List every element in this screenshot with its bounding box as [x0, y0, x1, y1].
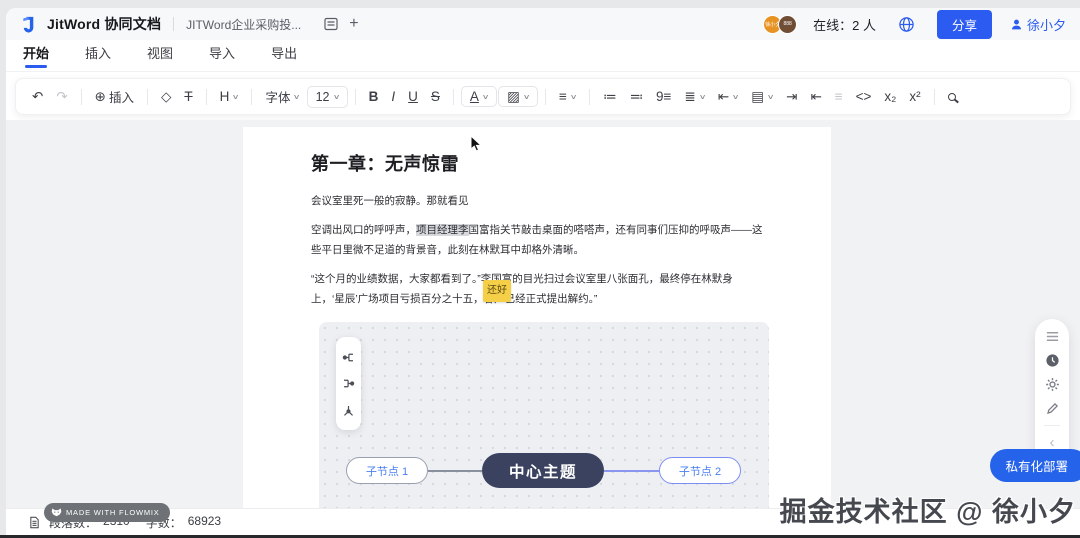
document-stats-icon — [30, 516, 39, 528]
settings-icon[interactable] — [1045, 377, 1060, 392]
toolbar: ↶ ↷ ⊕ 插入 ◇ T H ∨ 字体 ∨ 12 ∨ B I U S A ∨ ▨ ∨ ≡ ∨ ≔ ≕ 9≡ ≣ ∨ ⇤ ∨ ▤ ∨ ⇥ ⇤ ≡ <>… — [15, 78, 1071, 115]
divider-insert-icon[interactable]: ≡ — [829, 87, 849, 107]
private-deploy-button[interactable]: 私有化部署 — [990, 449, 1080, 482]
superscript-icon[interactable]: x² — [903, 87, 926, 107]
app-title: JitWord 协同文档 — [47, 16, 162, 32]
made-with-label: MADE WITH FLOWMIX — [66, 508, 160, 517]
redo-icon[interactable]: ↷ — [50, 87, 73, 107]
toolbar-divider — [933, 88, 935, 105]
chapter-heading: 第一章：无声惊雷 — [311, 154, 459, 174]
highlight-color-select[interactable]: ▨ ∨ — [498, 85, 538, 108]
pen-icon[interactable] — [1045, 401, 1060, 416]
layout-right-icon[interactable] — [342, 351, 355, 364]
mindmap-connector-left — [428, 470, 482, 472]
eraser-icon[interactable]: ◇ — [155, 87, 177, 107]
clear-format-icon[interactable]: T — [178, 87, 198, 107]
made-with-badge[interactable]: MADE WITH FLOWMIX — [44, 503, 170, 522]
align-select[interactable]: ≡ ∨ — [553, 87, 582, 107]
panel-divider — [1044, 425, 1060, 426]
toolbar-divider — [205, 88, 207, 105]
collapse-icon[interactable]: ‹ — [1050, 435, 1055, 450]
document-tab[interactable]: JITWord企业采购投... — [186, 16, 301, 33]
paragraph-2: 空调出风口的呼呼声，项目经理李国富指关节敲击桌面的嗒嗒声，还有同事们压抑的呼吸声… — [311, 224, 763, 256]
app-window: JitWord 协同文档 JITWord企业采购投... + 徐小夕 888 在线… — [6, 8, 1080, 535]
mindmap-child-node-1[interactable]: 子节点 1 — [346, 457, 428, 484]
globe-icon[interactable] — [898, 16, 915, 33]
layout-left-icon[interactable] — [342, 377, 355, 390]
add-tab-button[interactable]: + — [349, 16, 358, 32]
heading-select[interactable]: H ∨ — [214, 87, 245, 107]
font-size-select[interactable]: 12 ∨ — [306, 85, 348, 108]
ordered-list-button[interactable]: ≕ — [623, 87, 649, 107]
menu-item[interactable]: 导入 — [206, 43, 238, 71]
mindmap-toolbar — [336, 337, 361, 430]
menu-item[interactable]: 导出 — [268, 43, 300, 71]
menu-bar: 开始 插入 视图 导入 导出 — [6, 40, 1080, 72]
share-button[interactable]: 分享 — [936, 9, 992, 39]
online-avatars[interactable]: 徐小夕 888 — [763, 14, 798, 34]
mindmap-connector-right — [604, 470, 659, 472]
mindmap-center-node[interactable]: 中心主题 — [482, 453, 604, 488]
user-icon — [1012, 19, 1021, 29]
divider — [173, 17, 175, 31]
current-user[interactable]: 徐小夕 — [1010, 15, 1066, 34]
table-select[interactable]: ▤ ∨ — [745, 87, 779, 107]
menu-item[interactable]: 开始 — [20, 43, 52, 71]
undo-icon[interactable]: ↶ — [26, 87, 49, 107]
highlighted-text: 项目经理李 — [416, 224, 469, 236]
outdent-select[interactable]: ⇤ ∨ — [712, 87, 744, 107]
top-bar: JitWord 协同文档 JITWord企业采购投... + 徐小夕 888 在线… — [6, 8, 1080, 40]
toolbar-divider — [452, 88, 454, 105]
avatar[interactable]: 888 — [778, 14, 798, 34]
paragraph-3: “这个月的业绩数据，大家都看到了。”李国富的目光扫过会议室里八张面孔，最终停在林… — [311, 273, 733, 305]
word-count-value: 68923 — [187, 513, 222, 528]
code-icon[interactable]: <> — [850, 87, 878, 107]
history-icon[interactable] — [1045, 353, 1060, 368]
toolbar-divider — [80, 88, 82, 105]
insert-button[interactable]: ⊕ 插入 — [89, 84, 140, 109]
line-height-select[interactable]: ≣ ∨ — [678, 87, 710, 107]
subscript-icon[interactable]: x₂ — [878, 87, 902, 107]
toolbar-divider — [251, 88, 253, 105]
toolbar-wrap: ↶ ↷ ⊕ 插入 ◇ T H ∨ 字体 ∨ 12 ∨ B I U S A ∨ ▨ ∨ ≡ ∨ ≔ ≕ 9≡ ≣ ∨ ⇤ ∨ ▤ ∨ ⇥ ⇤ ≡ <>… — [6, 73, 1080, 120]
numbered-list-button[interactable]: 9≡ — [650, 87, 677, 107]
app-logo-icon — [23, 16, 34, 33]
search-icon[interactable] — [942, 90, 962, 104]
toolbar-divider — [588, 88, 590, 105]
user-name: 徐小夕 — [1026, 17, 1066, 33]
collaborator-cursor-tag: 还好 — [483, 280, 511, 302]
layout-radial-icon[interactable] — [342, 404, 355, 417]
indent-decrease-icon[interactable]: ⇤ — [804, 87, 827, 107]
paragraph-1: 会议室里死一般的寂静。那就看见 — [311, 195, 469, 207]
outline-icon[interactable] — [1045, 329, 1060, 344]
italic-button[interactable]: I — [385, 87, 401, 107]
bold-button[interactable]: B — [363, 87, 385, 107]
font-color-select[interactable]: A ∨ — [460, 85, 498, 108]
underline-button[interactable]: U — [402, 87, 424, 107]
menu-item[interactable]: 插入 — [82, 43, 114, 71]
strikethrough-button[interactable]: S — [425, 87, 446, 107]
toolbar-divider — [354, 88, 356, 105]
fox-logo-icon — [51, 508, 62, 517]
menu-item[interactable]: 视图 — [144, 43, 176, 71]
online-count: 在线：2 人 — [813, 17, 876, 33]
document-page[interactable]: 第一章：无声惊雷 会议室里死一般的寂静。那就看见 空调出风口的呼呼声，项目经理李… — [243, 127, 831, 508]
indent-increase-icon[interactable]: ⇥ — [780, 87, 803, 107]
mindmap-block[interactable]: 子节点 1 中心主题 子节点 2 — [319, 322, 769, 508]
tab-list-icon[interactable] — [323, 16, 339, 32]
document-area: 第一章：无声惊雷 会议室里死一般的寂静。那就看见 空调出风口的呼呼声，项目经理李… — [6, 120, 1080, 508]
bullet-list-button[interactable]: ≔ — [597, 87, 623, 107]
toolbar-divider — [544, 88, 546, 105]
font-family-select[interactable]: 字体 ∨ — [259, 84, 305, 109]
mindmap-child-node-2[interactable]: 子节点 2 — [659, 457, 741, 484]
toolbar-divider — [146, 88, 148, 105]
